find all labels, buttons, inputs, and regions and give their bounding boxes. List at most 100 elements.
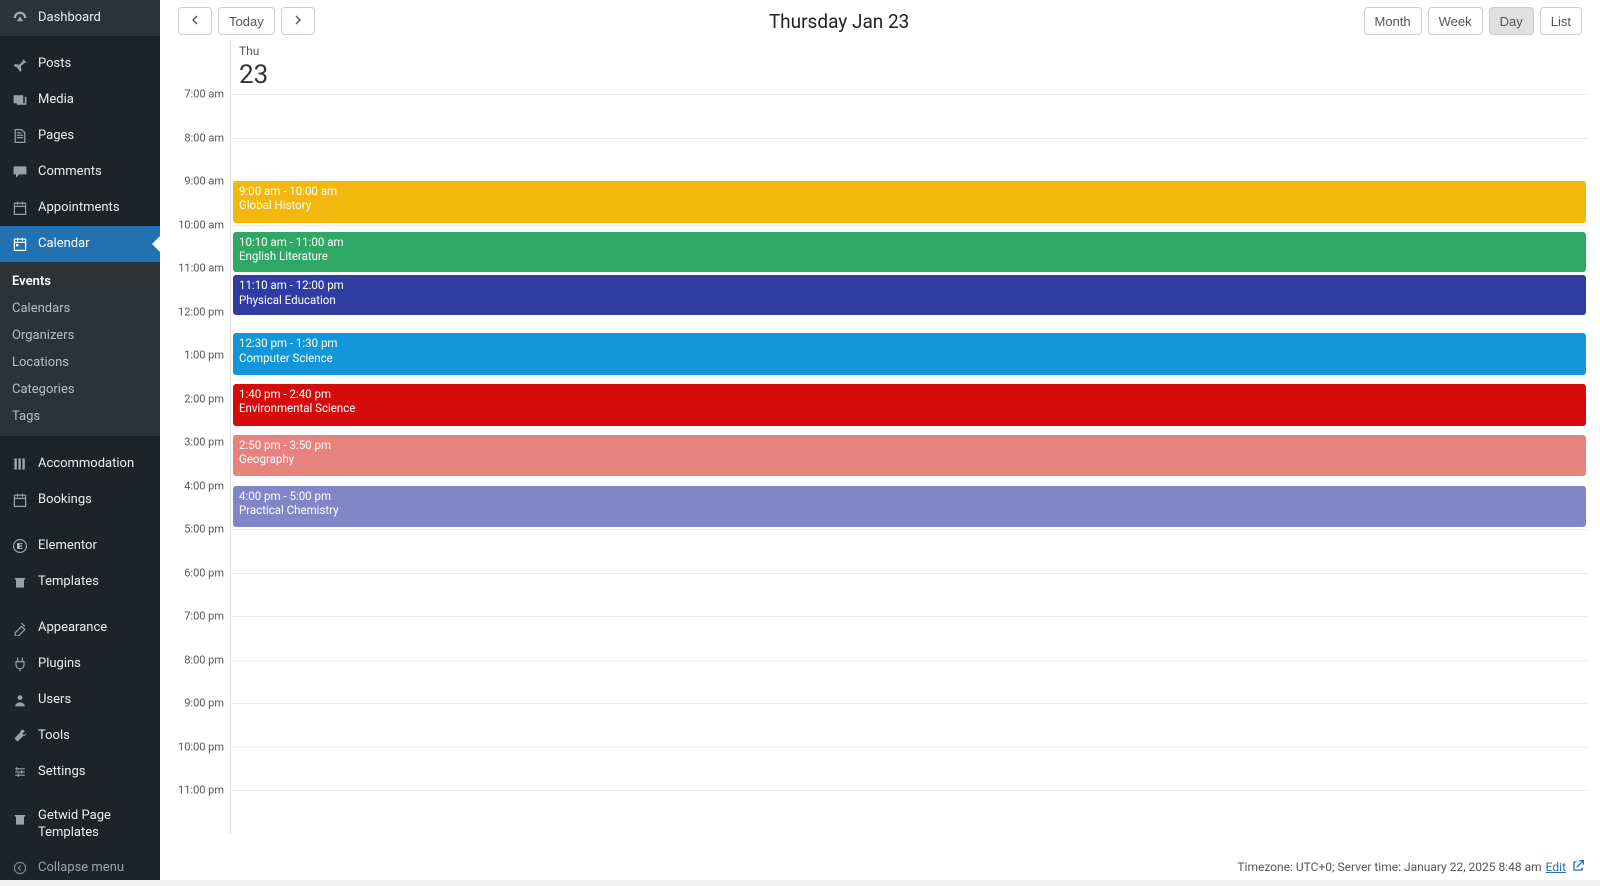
time-label: 7:00 pm <box>184 610 224 623</box>
hour-line <box>231 573 1588 574</box>
event-time: 9:00 am - 10:00 am <box>239 184 1580 198</box>
calendar-event[interactable]: 2:50 pm - 3:50 pmGeography <box>233 435 1586 477</box>
calendar-event[interactable]: 1:40 pm - 2:40 pmEnvironmental Science <box>233 384 1586 426</box>
sidebar-item-label: Bookings <box>38 492 92 509</box>
sidebar-subitem-tags[interactable]: Tags <box>0 403 160 430</box>
sidebar-item-label: Getwid Page Templates <box>38 808 152 842</box>
sidebar-subitem-events[interactable]: Events <box>0 268 160 295</box>
sidebar-item-label: Tools <box>38 728 70 745</box>
sidebar-item-calendar[interactable]: Calendar <box>0 226 160 262</box>
event-time: 1:40 pm - 2:40 pm <box>239 387 1580 401</box>
hour-line <box>231 616 1588 617</box>
calendar-event[interactable]: 12:30 pm - 1:30 pmComputer Science <box>233 333 1586 375</box>
day-of-week-label: Thu <box>239 44 1582 58</box>
sidebar-subitem-locations[interactable]: Locations <box>0 349 160 376</box>
event-title: Practical Chemistry <box>239 503 1580 517</box>
prev-button[interactable] <box>178 7 212 35</box>
hour-line <box>231 94 1588 95</box>
plugins-icon <box>10 654 30 674</box>
time-label: 9:00 am <box>184 175 224 188</box>
sidebar-item-label: Posts <box>38 56 71 73</box>
collapse-label: Collapse menu <box>38 860 124 875</box>
time-label: 8:00 am <box>184 131 224 144</box>
sidebar-item-label: Pages <box>38 128 74 145</box>
event-title: Physical Education <box>239 293 1580 307</box>
view-week-button[interactable]: Week <box>1428 7 1483 35</box>
event-time: 11:10 am - 12:00 pm <box>239 278 1580 292</box>
comments-icon <box>10 162 30 182</box>
sidebar-item-label: Calendar <box>38 236 90 253</box>
hour-line <box>231 138 1588 139</box>
sidebar-item-users[interactable]: Users <box>0 682 160 718</box>
sidebar-item-accommodation[interactable]: Accommodation <box>0 446 160 482</box>
sidebar-item-comments[interactable]: Comments <box>0 154 160 190</box>
settings-icon <box>10 762 30 782</box>
sidebar-item-label: Media <box>38 92 74 109</box>
sidebar-item-appearance[interactable]: Appearance <box>0 610 160 646</box>
sidebar-item-plugins[interactable]: Plugins <box>0 646 160 682</box>
sidebar-item-label: Appointments <box>38 200 120 217</box>
time-label: 4:00 pm <box>184 479 224 492</box>
hour-line <box>231 225 1588 226</box>
sidebar-item-tools[interactable]: Tools <box>0 718 160 754</box>
sidebar-item-dashboard[interactable]: Dashboard <box>0 0 160 36</box>
sidebar-item-label: Users <box>38 692 71 709</box>
sidebar-item-elementor[interactable]: Elementor <box>0 528 160 564</box>
hour-line <box>231 747 1588 748</box>
sidebar-item-label: Settings <box>38 764 85 781</box>
day-header: Thu 23 <box>230 40 1588 94</box>
sidebar-item-label: Comments <box>38 164 102 181</box>
sidebar-item-getwid-page-templates[interactable]: Getwid Page Templates <box>0 800 160 850</box>
bookings-icon <box>10 490 30 510</box>
event-time: 12:30 pm - 1:30 pm <box>239 336 1580 350</box>
sidebar-subitem-categories[interactable]: Categories <box>0 376 160 403</box>
sidebar-item-label: Dashboard <box>38 10 101 27</box>
sidebar-item-media[interactable]: Media <box>0 82 160 118</box>
view-day-button[interactable]: Day <box>1489 7 1534 35</box>
sidebar-item-label: Templates <box>38 574 99 591</box>
sidebar-item-label: Elementor <box>38 538 97 555</box>
time-slots[interactable]: 9:00 am - 10:00 amGlobal History 10:10 am… <box>230 94 1588 834</box>
templates-icon <box>10 572 30 592</box>
next-button[interactable] <box>281 7 315 35</box>
calendar-toolbar: Today Thursday Jan 23 Month Week Day Lis… <box>160 0 1600 40</box>
chevron-left-icon <box>187 12 203 31</box>
sidebar-item-templates[interactable]: Templates <box>0 564 160 600</box>
sidebar-item-pages[interactable]: Pages <box>0 118 160 154</box>
calendar-main: Today Thursday Jan 23 Month Week Day Lis… <box>160 0 1600 880</box>
calendar-event[interactable]: 9:00 am - 10:00 amGlobal History <box>233 181 1586 223</box>
view-month-button[interactable]: Month <box>1364 7 1422 35</box>
chevron-right-icon <box>290 12 306 31</box>
event-time: 10:10 am - 11:00 am <box>239 235 1580 249</box>
time-label: 8:00 pm <box>184 653 224 666</box>
pin-icon <box>10 54 30 74</box>
calendar-event[interactable]: 4:00 pm - 5:00 pmPractical Chemistry <box>233 486 1586 528</box>
hour-line <box>231 703 1588 704</box>
sidebar-subitem-organizers[interactable]: Organizers <box>0 322 160 349</box>
appearance-icon <box>10 618 30 638</box>
collapse-menu-button[interactable]: Collapse menu <box>0 850 160 886</box>
hour-line <box>231 529 1588 530</box>
time-label: 11:00 am <box>178 262 224 275</box>
sidebar-subitem-calendars[interactable]: Calendars <box>0 295 160 322</box>
calendar-event[interactable]: 10:10 am - 11:00 amEnglish Literature <box>233 232 1586 272</box>
calendar-title: Thursday Jan 23 <box>769 10 910 33</box>
sidebar-item-appointments[interactable]: Appointments <box>0 190 160 226</box>
sidebar-item-bookings[interactable]: Bookings <box>0 482 160 518</box>
time-label: 3:00 pm <box>184 436 224 449</box>
footer-bar: Timezone: UTC+0; Server time: January 22… <box>160 854 1600 880</box>
today-button[interactable]: Today <box>218 7 275 35</box>
sidebar-item-label: Accommodation <box>38 456 134 473</box>
sidebar-item-label: Plugins <box>38 656 81 673</box>
sidebar-item-posts[interactable]: Posts <box>0 46 160 82</box>
view-list-button[interactable]: List <box>1540 7 1582 35</box>
event-title: English Literature <box>239 249 1580 263</box>
event-time: 4:00 pm - 5:00 pm <box>239 489 1580 503</box>
pages-icon <box>10 126 30 146</box>
edit-timezone-link[interactable]: Edit <box>1546 860 1566 874</box>
admin-sidebar: Dashboard Posts Media Pages Comments Appointm… <box>0 0 160 880</box>
sidebar-submenu: EventsCalendarsOrganizersLocationsCatego… <box>0 262 160 436</box>
sidebar-item-settings[interactable]: Settings <box>0 754 160 790</box>
time-label: 10:00 am <box>178 218 224 231</box>
calendar-event[interactable]: 11:10 am - 12:00 pmPhysical Education <box>233 275 1586 315</box>
